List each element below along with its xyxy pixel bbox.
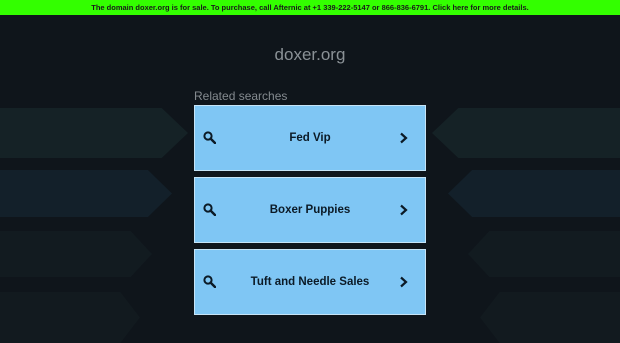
related-search-label: Fed Vip [289, 132, 331, 144]
related-search-link[interactable]: Tuft and Needle Sales [194, 249, 426, 315]
related-search-link[interactable]: Fed Vip [194, 105, 426, 171]
related-search-label: Boxer Puppies [269, 204, 351, 216]
background-shape [480, 292, 620, 343]
related-searches-label: Related searches [194, 89, 288, 103]
background-shape [448, 170, 620, 217]
background-shape [0, 108, 188, 158]
chevron-right-icon [400, 132, 408, 144]
page: The domain doxer.org is for sale. To pur… [0, 0, 620, 343]
search-icon [203, 275, 216, 288]
background-shape [468, 231, 620, 277]
chevron-right-icon [400, 276, 408, 288]
background-shape [0, 231, 152, 277]
search-icon [203, 203, 216, 216]
background-shape [0, 292, 140, 343]
background-shape [0, 170, 172, 217]
chevron-right-icon [400, 204, 408, 216]
related-search-link[interactable]: Boxer Puppies [194, 177, 426, 243]
site-title: doxer.org [274, 45, 346, 64]
related-search-label: Tuft and Needle Sales [250, 276, 370, 288]
domain-sale-banner[interactable]: The domain doxer.org is for sale. To pur… [0, 0, 620, 15]
background-shape [432, 108, 620, 158]
search-icon [203, 131, 216, 144]
